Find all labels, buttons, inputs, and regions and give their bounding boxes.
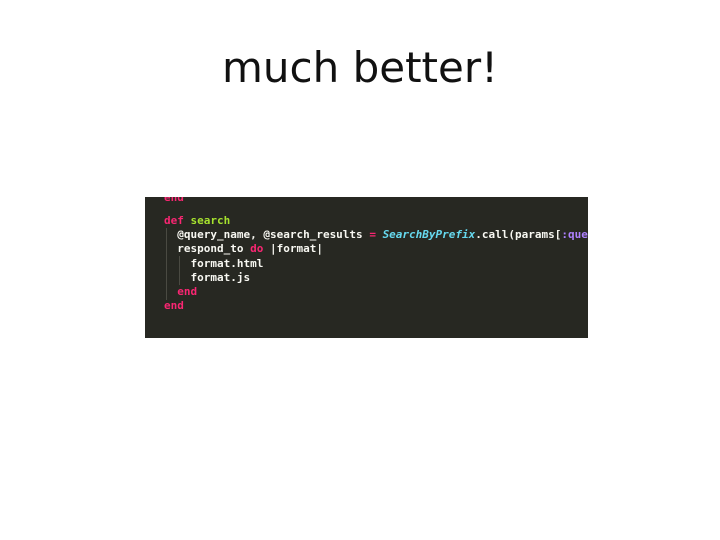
code-line: format.js — [164, 271, 588, 285]
code-block: def search @query_name, @search_results … — [164, 214, 588, 313]
code-token: SearchByPrefix — [382, 228, 476, 242]
code-cut-top-line: end — [164, 197, 184, 204]
code-token: |format| — [263, 242, 323, 256]
code-token: = — [369, 228, 376, 242]
code-token: .call(params[ — [475, 228, 562, 242]
code-token: end — [177, 284, 198, 298]
code-line: respond_to do |format| — [164, 242, 588, 256]
slide: much better! end def search @query_name,… — [0, 0, 720, 540]
code-screenshot: end def search @query_name, @search_resu… — [145, 197, 588, 338]
code-line: format.html — [164, 257, 588, 271]
code-token: format.html — [164, 256, 264, 270]
code-token: do — [250, 242, 264, 256]
code-token: search — [190, 214, 231, 227]
code-token: def — [164, 214, 191, 227]
code-line: end — [164, 285, 588, 299]
code-line: def search — [164, 214, 588, 228]
code-token: end — [164, 299, 184, 313]
code-token: :query — [561, 228, 588, 242]
slide-title: much better! — [222, 43, 498, 92]
code-token: format.js — [164, 270, 251, 284]
code-line: @query_name, @search_results = SearchByP… — [164, 228, 588, 242]
code-token: respond_to — [164, 242, 251, 256]
code-token: @query_name, @search_results — [164, 228, 370, 242]
code-line: end — [164, 299, 588, 313]
